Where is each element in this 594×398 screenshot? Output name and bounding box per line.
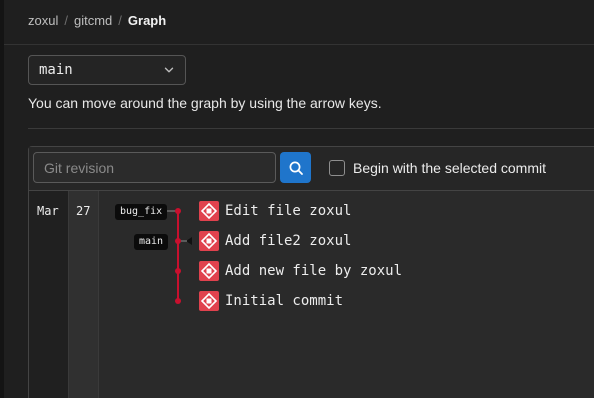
- breadcrumb-separator: /: [64, 13, 68, 28]
- identicon-avatar: [199, 291, 219, 311]
- commit-message: Edit file zoxul: [225, 203, 352, 219]
- header-divider: [4, 44, 594, 45]
- branch-dropdown-value: main: [39, 62, 73, 78]
- ref-label-bug-fix[interactable]: bug_fix: [115, 204, 168, 220]
- search-button[interactable]: [280, 152, 311, 183]
- commit-dot[interactable]: [175, 268, 181, 274]
- breadcrumb-item-project[interactable]: gitcmd: [74, 13, 112, 28]
- keyboard-hint: You can move around the graph by using t…: [28, 95, 382, 111]
- breadcrumb-separator: /: [118, 13, 122, 28]
- chevron-down-icon: [164, 67, 174, 73]
- commit-dot[interactable]: [175, 208, 181, 214]
- commit-row[interactable]: Edit file zoxul: [199, 200, 351, 222]
- git-revision-input[interactable]: [33, 152, 276, 183]
- graph-page: zoxul / gitcmd / Graph main You can move…: [0, 0, 594, 398]
- commit-row[interactable]: Add file2 zoxul: [199, 230, 351, 252]
- branch-dropdown[interactable]: main: [28, 55, 186, 85]
- begin-with-selected-label[interactable]: Begin with the selected commit: [353, 160, 546, 176]
- breadcrumb-item-current[interactable]: Graph: [128, 13, 166, 28]
- day-label: 27: [76, 204, 91, 218]
- month-column: Mar: [29, 191, 69, 398]
- left-edge: [0, 0, 4, 398]
- identicon-avatar: [199, 201, 219, 221]
- commit-dot[interactable]: [175, 298, 181, 304]
- identicon-avatar: [199, 261, 219, 281]
- commit-message: Add new file by zoxul: [225, 263, 403, 279]
- identicon-avatar: [199, 231, 219, 251]
- breadcrumb: zoxul / gitcmd / Graph: [28, 13, 166, 28]
- commit-row[interactable]: Initial commit: [199, 290, 343, 312]
- commit-graph: [165, 208, 192, 304]
- search-icon: [289, 161, 303, 175]
- graph-panel: Begin with the selected commit Mar 27 bu…: [28, 146, 594, 398]
- commit-message: Add file2 zoxul: [225, 233, 352, 249]
- section-divider: [28, 128, 594, 129]
- commit-dot[interactable]: [175, 238, 181, 244]
- ref-label-main[interactable]: main: [134, 234, 169, 250]
- commit-row[interactable]: Add new file by zoxul: [199, 260, 402, 282]
- commit-message: Initial commit: [225, 293, 344, 309]
- graph-toolbar: Begin with the selected commit: [29, 147, 594, 191]
- breadcrumb-item-namespace[interactable]: zoxul: [28, 13, 58, 28]
- day-column: 27: [69, 191, 99, 398]
- begin-with-selected-checkbox[interactable]: [329, 160, 345, 176]
- month-label: Mar: [37, 204, 59, 218]
